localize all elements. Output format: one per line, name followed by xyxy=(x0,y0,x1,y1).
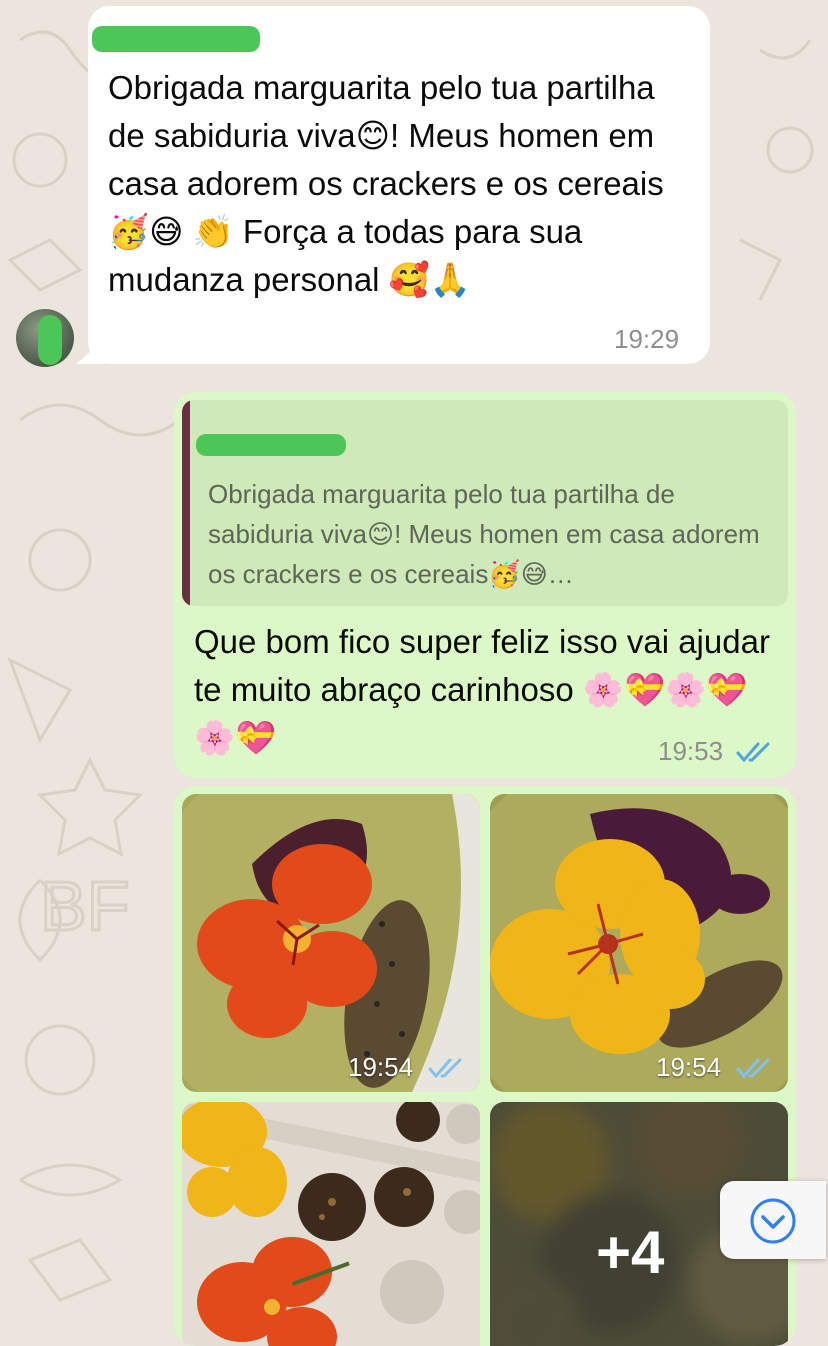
quoted-sender-redacted xyxy=(196,434,346,456)
quoted-message-text: Obrigada marguarita pelo tua partilha de… xyxy=(208,479,760,589)
redaction-mark xyxy=(38,315,62,365)
incoming-message-bubble[interactable]: Obrigada marguarita pelo tua partilha de… xyxy=(76,6,710,364)
chevron-down-circle-icon xyxy=(750,1198,796,1244)
double-check-icon xyxy=(428,1058,462,1079)
sender-name-redacted xyxy=(92,26,260,52)
double-check-icon xyxy=(736,742,770,763)
photo-2-image xyxy=(490,794,788,1092)
quote-bar xyxy=(182,400,190,606)
outgoing-reply-bubble[interactable]: Obrigada marguarita pelo tua partilha de… xyxy=(174,392,796,778)
sender-avatar[interactable] xyxy=(16,309,74,367)
photo-1-timestamp: 19:54 xyxy=(348,1052,414,1082)
photo-3-image xyxy=(182,1102,480,1346)
media-grid-bubble: 19:54 19:54 +4 xyxy=(174,786,796,1346)
more-photos-count: +4 xyxy=(596,1219,665,1286)
photo-thumbnail-2[interactable]: 19:54 xyxy=(490,794,788,1092)
scroll-to-bottom-button[interactable] xyxy=(720,1181,826,1259)
incoming-timestamp: 19:29 xyxy=(614,324,680,354)
photo-thumbnail-3[interactable] xyxy=(182,1102,480,1346)
reply-timestamp: 19:53 xyxy=(658,736,724,766)
photo-2-timestamp: 19:54 xyxy=(656,1052,722,1082)
double-check-icon xyxy=(736,1058,770,1079)
svg-text:BF: BF xyxy=(40,867,129,945)
photo-1-image xyxy=(182,794,480,1092)
photo-thumbnail-1[interactable]: 19:54 xyxy=(182,794,480,1092)
incoming-message-text: Obrigada marguarita pelo tua partilha de… xyxy=(108,69,664,298)
quoted-message[interactable]: Obrigada marguarita pelo tua partilha de… xyxy=(182,400,788,606)
